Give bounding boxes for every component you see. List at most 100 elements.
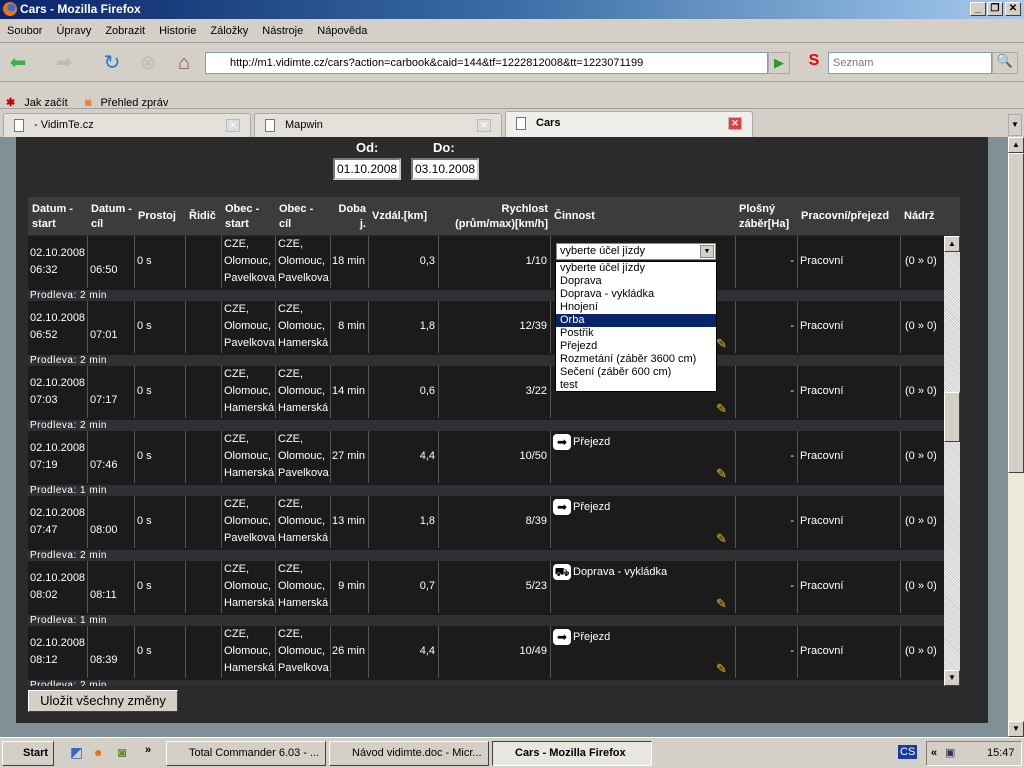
edit-activity-icon[interactable]: ✎ bbox=[716, 660, 730, 676]
to-street: Pavelkova bbox=[278, 272, 329, 284]
mode: Pracovní bbox=[800, 515, 844, 527]
dropdown-option[interactable]: Doprava bbox=[556, 275, 716, 288]
pause-row: Prodleva: 2 min bbox=[28, 550, 944, 561]
close-tab-icon[interactable]: ✕ bbox=[477, 119, 491, 132]
menu-soubor[interactable]: Soubor bbox=[0, 19, 49, 37]
minimize-button[interactable]: _ bbox=[970, 2, 986, 16]
scroll-thumb[interactable] bbox=[944, 392, 960, 442]
reload-button[interactable]: ↻ bbox=[100, 52, 124, 74]
dropdown-option[interactable]: Doprava - vykládka bbox=[556, 288, 716, 301]
edit-activity-icon[interactable]: ✎ bbox=[716, 595, 730, 611]
column-header: Datum - cíl bbox=[91, 203, 132, 230]
menu-historie[interactable]: Historie bbox=[152, 19, 203, 37]
url-bar[interactable]: http://m1.vidimte.cz/cars?action=carbook… bbox=[205, 52, 768, 74]
start-date: 02.10.2008 bbox=[30, 442, 86, 454]
speed: 10/50 bbox=[519, 450, 547, 462]
trip-row: 02.10.2008 08:12 08:39 0 s CZE, Olomouc, Hamer… bbox=[28, 626, 944, 680]
start-time: 07:03 bbox=[30, 394, 58, 406]
dropdown-option[interactable]: vyberte účel jízdy bbox=[556, 262, 716, 275]
edit-activity-icon[interactable]: ✎ bbox=[716, 465, 730, 481]
scroll-down-button[interactable]: ▼ bbox=[944, 670, 960, 686]
activity-select[interactable]: vyberte účel jízdy ▼ bbox=[556, 243, 716, 260]
tray-expand[interactable]: « bbox=[931, 747, 937, 759]
page-icon bbox=[265, 119, 275, 132]
tab-vidimte[interactable]: - VidimTe.cz ✕ bbox=[3, 113, 251, 137]
area: - bbox=[790, 580, 794, 592]
from-city: Olomouc, bbox=[224, 450, 272, 462]
dropdown-option[interactable]: Orba bbox=[556, 314, 716, 327]
from-country: CZE, bbox=[224, 563, 250, 575]
to-date-input[interactable]: 03.10.2008 bbox=[411, 158, 479, 180]
maximize-button[interactable]: ❐ bbox=[987, 2, 1003, 16]
to-street: Hamerská bbox=[278, 597, 329, 609]
quicklaunch-more[interactable]: » bbox=[145, 744, 151, 756]
mode: Pracovní bbox=[800, 320, 844, 332]
trip-row: 02.10.2008 07:19 07:46 0 s CZE, Olomouc, Hamer… bbox=[28, 431, 944, 485]
to-country: CZE, bbox=[278, 238, 304, 250]
firefox-icon[interactable]: ● bbox=[94, 744, 102, 760]
scroll-up-button[interactable]: ▲ bbox=[944, 236, 960, 252]
close-tab-icon[interactable]: ✕ bbox=[226, 119, 240, 132]
forward-button[interactable]: ➡ bbox=[52, 52, 76, 74]
bookmark-jak-zacit[interactable]: ✱ Jak začít bbox=[6, 90, 72, 109]
close-tab-icon[interactable]: ✕ bbox=[728, 117, 742, 130]
back-button[interactable]: ⬅ bbox=[6, 52, 30, 74]
speed: 1/10 bbox=[525, 255, 547, 267]
to-city: Olomouc, bbox=[278, 580, 326, 592]
language-indicator[interactable]: CS bbox=[898, 745, 918, 759]
tab-list-button[interactable]: ▼ bbox=[1008, 114, 1022, 136]
arrow-right-icon: ➡ bbox=[553, 629, 571, 645]
save-all-button[interactable]: Uložit všechny změny bbox=[28, 690, 178, 712]
menu-zobrazit[interactable]: Zobrazit bbox=[98, 19, 152, 37]
search-input[interactable]: Seznam bbox=[828, 52, 992, 74]
end-time: 08:00 bbox=[90, 524, 118, 536]
home-button[interactable]: ⌂ bbox=[172, 52, 196, 74]
tank: (0 » 0) bbox=[905, 645, 937, 657]
app-icon[interactable]: ◙ bbox=[118, 744, 126, 760]
area: - bbox=[790, 385, 794, 397]
speed: 5/23 bbox=[525, 580, 547, 592]
menu-nastroje[interactable]: Nástroje bbox=[255, 19, 310, 37]
dropdown-option[interactable]: Sečení (záběr 600 cm) bbox=[556, 366, 716, 379]
page-scrollbar[interactable]: ▲ ▼ bbox=[1008, 137, 1024, 737]
tab-cars[interactable]: Cars ✕ bbox=[505, 111, 753, 137]
from-street: Hamerská bbox=[224, 467, 275, 479]
menu-napoveda[interactable]: Nápověda bbox=[310, 19, 374, 37]
taskbar-word[interactable]: Návod vidimte.doc - Micr... bbox=[329, 741, 489, 766]
network-icon[interactable]: ▣ bbox=[945, 746, 955, 759]
search-engine-icon[interactable]: S bbox=[800, 52, 828, 74]
edit-activity-icon[interactable]: ✎ bbox=[716, 335, 730, 351]
activity-label: Přejezd bbox=[573, 631, 611, 643]
pause-row: Prodleva: 2 min bbox=[28, 420, 944, 431]
table-scrollbar[interactable]: ▲ ▼ bbox=[944, 236, 960, 686]
tab-mapwin[interactable]: Mapwin ✕ bbox=[254, 113, 502, 137]
distance: 1,8 bbox=[419, 320, 435, 332]
menu-upravy[interactable]: Úpravy bbox=[49, 19, 98, 37]
column-header: Rychlost (prům/max)[km/h] bbox=[455, 203, 548, 230]
taskbar-firefox[interactable]: Cars - Mozilla Firefox bbox=[492, 741, 652, 766]
dropdown-option[interactable]: test bbox=[556, 379, 716, 392]
edit-activity-icon[interactable]: ✎ bbox=[716, 530, 730, 546]
tank: (0 » 0) bbox=[905, 515, 937, 527]
taskbar-total-commander[interactable]: Total Commander 6.03 - ... bbox=[166, 741, 326, 766]
menu-zalozky[interactable]: Záložky bbox=[203, 19, 255, 37]
column-header: Obec - start bbox=[225, 203, 260, 230]
page-scroll-up[interactable]: ▲ bbox=[1008, 137, 1024, 153]
go-button[interactable]: ▶ bbox=[768, 52, 790, 74]
page-scroll-down[interactable]: ▼ bbox=[1008, 721, 1024, 737]
search-button[interactable]: 🔍 bbox=[992, 52, 1018, 74]
close-window-button[interactable]: ✕ bbox=[1005, 2, 1021, 16]
stop-button[interactable]: ⊗ bbox=[136, 52, 160, 74]
start-button[interactable]: Start bbox=[2, 741, 54, 766]
dropdown-option[interactable]: Postřik bbox=[556, 327, 716, 340]
edit-activity-icon[interactable]: ✎ bbox=[716, 400, 730, 416]
page-scroll-thumb[interactable] bbox=[1008, 153, 1024, 473]
dropdown-option[interactable]: Hnojení bbox=[556, 301, 716, 314]
dropdown-option[interactable]: Rozmetání (záběr 3600 cm) bbox=[556, 353, 716, 366]
carbook-panel: Od: Do: 01.10.2008 03.10.2008 Datum - st… bbox=[16, 137, 988, 723]
quicklaunch-icon[interactable]: ◩ bbox=[70, 744, 83, 761]
bookmark-prehled-zprav[interactable]: ◙ Přehled zpráv bbox=[85, 90, 173, 109]
to-country: CZE, bbox=[278, 368, 304, 380]
dropdown-option[interactable]: Přejezd bbox=[556, 340, 716, 353]
from-date-input[interactable]: 01.10.2008 bbox=[333, 158, 401, 180]
